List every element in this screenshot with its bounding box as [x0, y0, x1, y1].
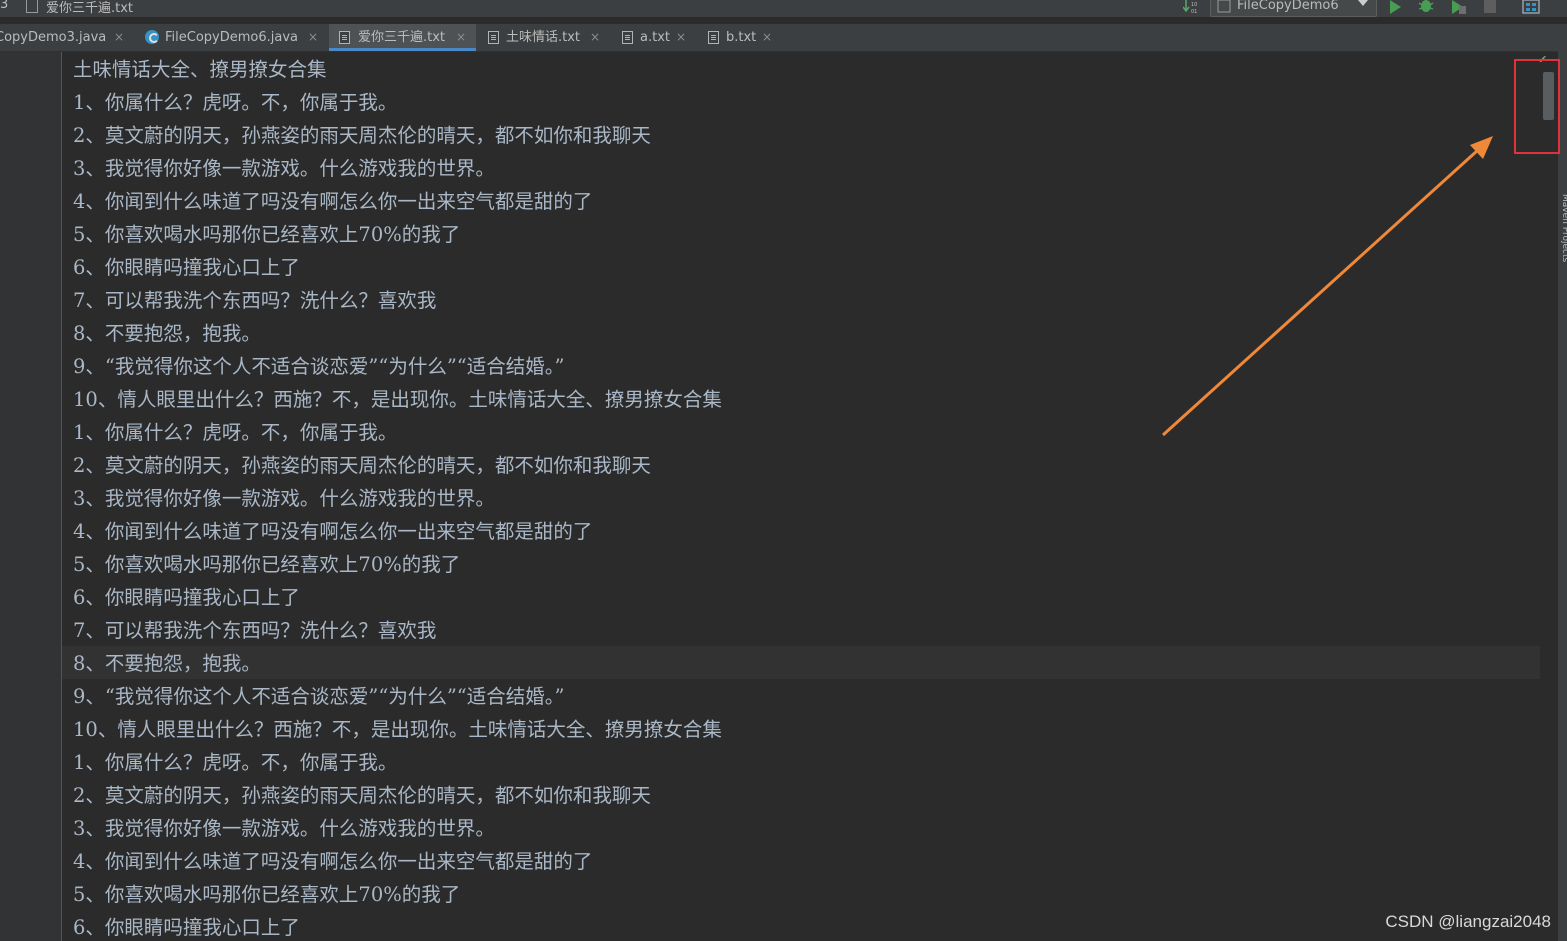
editor-line[interactable]: 4、你闻到什么味道了吗没有啊怎么你一出来空气都是甜的了 [73, 845, 722, 878]
tab-b-txt[interactable]: b.txt × [698, 24, 784, 51]
navigation-bar: 3 爱你三千遍.txt 10 01 FileCopyDemo6 [0, 0, 1567, 17]
sort-icon[interactable]: 10 01 [1183, 0, 1201, 14]
editor-line[interactable]: 2、莫文蔚的阴天，孙燕姿的雨天周杰伦的晴天，都不如你和我聊天 [73, 449, 722, 482]
tab-label: CopyDemo3.java [0, 30, 107, 45]
editor-line[interactable]: 10、情人眼里出什么？西施？不，是出现你。土味情话大全、撩男撩女合集 [73, 713, 722, 746]
tab-filecopydemo6[interactable]: FileCopyDemo6.java × [137, 24, 327, 51]
breadcrumb-file[interactable]: 爱你三千遍.txt [46, 0, 133, 16]
editor-line[interactable]: 3、我觉得你好像一款游戏。什么游戏我的世界。 [73, 152, 722, 185]
vertical-scrollbar[interactable] [1540, 52, 1558, 941]
tab-tuwei-qinghua[interactable]: 土味情话.txt × [478, 24, 609, 51]
editor-line[interactable]: 7、可以帮我洗个东西吗？洗什么？喜欢我 [73, 284, 722, 317]
tab-a-txt[interactable]: a.txt × [612, 24, 696, 51]
text-file-icon [708, 31, 719, 44]
editor-line[interactable]: 4、你闻到什么味道了吗没有啊怎么你一出来空气都是甜的了 [73, 185, 722, 218]
watermark: CSDN @liangzai2048 [1385, 912, 1551, 931]
editor-line[interactable]: 8、不要抱怨，抱我。 [73, 647, 722, 680]
coverage-icon[interactable] [1450, 0, 1466, 14]
editor-line[interactable]: 6、你眼睛吗撞我心口上了 [73, 911, 722, 941]
editor-line[interactable]: 6、你眼睛吗撞我心口上了 [73, 251, 722, 284]
close-icon[interactable]: × [308, 24, 318, 51]
annotation-highlight-box [1514, 59, 1560, 154]
editor-line[interactable]: 6、你眼睛吗撞我心口上了 [73, 581, 722, 614]
tab-active-file[interactable]: 爱你三千遍.txt × [329, 24, 476, 51]
right-tool-window-strip: Maven Projects [1558, 24, 1567, 941]
editor-line[interactable]: 2、莫文蔚的阴天，孙燕姿的雨天周杰伦的晴天，都不如你和我聊天 [73, 779, 722, 812]
chevron-down-icon [1358, 0, 1368, 6]
editor-line[interactable]: 1、你属什么？虎呀。不，你属于我。 [73, 746, 722, 779]
editor-line[interactable]: 8、不要抱怨，抱我。 [73, 317, 722, 350]
line-gutter[interactable] [0, 52, 62, 941]
tab-label: 土味情话.txt [506, 30, 581, 45]
tab-label: b.txt [726, 30, 757, 45]
editor-line[interactable]: 9、“我觉得你这个人不适合谈恋爱”“为什么”“适合结婚。” [73, 680, 722, 713]
editor-line[interactable]: 5、你喜欢喝水吗那你已经喜欢上70%的我了 [73, 548, 722, 581]
editor-line[interactable]: 5、你喜欢喝水吗那你已经喜欢上70%的我了 [73, 878, 722, 911]
editor-line[interactable]: 2、莫文蔚的阴天，孙燕姿的雨天周杰伦的晴天，都不如你和我聊天 [73, 119, 722, 152]
text-editor[interactable]: 土味情话大全、撩男撩女合集 1、你属什么？虎呀。不，你属于我。 2、莫文蔚的阴天，孙… [62, 52, 1540, 941]
svg-text:01: 01 [1191, 9, 1197, 14]
editor-line[interactable]: 9、“我觉得你这个人不适合谈恋爱”“为什么”“适合结婚。” [73, 350, 722, 383]
editor-line-title[interactable]: 土味情话大全、撩男撩女合集 [73, 53, 722, 86]
editor-line[interactable]: 3、我觉得你好像一款游戏。什么游戏我的世界。 [73, 812, 722, 845]
text-file-icon [488, 31, 499, 44]
editor-line[interactable]: 7、可以帮我洗个东西吗？洗什么？喜欢我 [73, 614, 722, 647]
text-file-icon [339, 31, 350, 44]
editor-line[interactable]: 4、你闻到什么味道了吗没有啊怎么你一出来空气都是甜的了 [73, 515, 722, 548]
editor-line[interactable]: 10、情人眼里出什么？西施？不，是出现你。土味情话大全、撩男撩女合集 [73, 383, 722, 416]
editor-line[interactable]: 3、我觉得你好像一款游戏。什么游戏我的世界。 [73, 482, 722, 515]
maven-projects-tab[interactable]: Maven Projects [1556, 194, 1567, 262]
breadcrumb-number[interactable]: 3 [0, 0, 8, 12]
svg-text:10: 10 [1191, 2, 1197, 8]
tab-label: FileCopyDemo6.java [165, 30, 298, 45]
close-icon[interactable]: × [590, 24, 600, 51]
tab-copydemo3[interactable]: CopyDemo3.java × [0, 24, 134, 51]
editor-line[interactable]: 1、你属什么？虎呀。不，你属于我。 [73, 86, 722, 119]
run-configuration-select[interactable]: FileCopyDemo6 [1210, 0, 1377, 17]
close-icon[interactable]: × [114, 24, 124, 51]
close-icon[interactable]: × [676, 24, 686, 51]
tab-label: 爱你三千遍.txt [358, 30, 446, 45]
text-file-icon [622, 31, 633, 44]
editor-tab-bar: CopyDemo3.java × FileCopyDemo6.java × 爱你… [0, 24, 1567, 52]
editor-lines: 土味情话大全、撩男撩女合集 1、你属什么？虎呀。不，你属于我。 2、莫文蔚的阴天，孙… [73, 53, 722, 941]
stop-icon[interactable] [1483, 0, 1497, 14]
tab-label: a.txt [640, 30, 670, 45]
editor-line[interactable]: 1、你属什么？虎呀。不，你属于我。 [73, 416, 722, 449]
editor-line[interactable]: 5、你喜欢喝水吗那你已经喜欢上70%的我了 [73, 218, 722, 251]
debug-icon[interactable] [1418, 0, 1434, 14]
project-structure-icon[interactable] [1522, 0, 1540, 14]
run-config-icon [1217, 0, 1231, 13]
close-icon[interactable]: × [456, 24, 466, 51]
run-config-label: FileCopyDemo6 [1237, 0, 1339, 13]
run-icon[interactable] [1388, 0, 1402, 14]
close-icon[interactable]: × [762, 24, 772, 51]
java-class-icon [145, 30, 159, 44]
text-file-icon [26, 0, 38, 13]
